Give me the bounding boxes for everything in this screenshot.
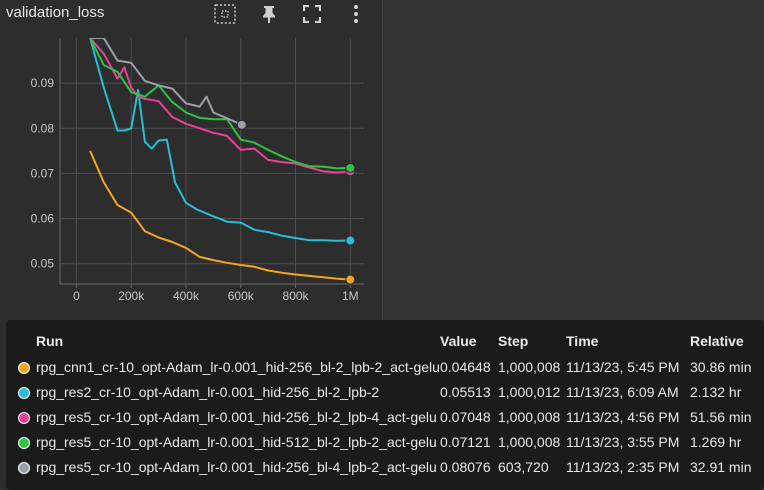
run-step: 1,000,008	[498, 358, 561, 375]
run-name: rpg_cnn1_cr-10_opt-Adam_lr-0.001_hid-256…	[36, 358, 440, 375]
x-tick-label: 800k	[283, 289, 310, 303]
table-row: rpg_cnn1_cr-10_opt-Adam_lr-0.001_hid-256…	[6, 354, 764, 379]
table-row: rpg_res5_cr-10_opt-Adam_lr-0.001_hid-256…	[6, 454, 764, 479]
chart-card: validation_loss 0.05 0.06 0.07 0.08 0.09 0 200…	[0, 0, 382, 330]
series-line-3[interactable]	[89, 38, 351, 170]
tooltip-table: Run Value Step Time Relative rpg_cnn1_cr…	[6, 328, 764, 479]
run-step: 603,720	[498, 458, 549, 475]
series-line-2[interactable]	[89, 38, 351, 174]
run-step: 1,000,008	[498, 408, 561, 425]
series-dot-icon	[18, 461, 30, 474]
run-value: 0.05513	[440, 383, 491, 400]
series-color-swatch	[6, 404, 36, 429]
line-chart[interactable]: 0.05 0.06 0.07 0.08 0.09 0 200k 400k 600k 800k 1M	[0, 0, 382, 330]
series-end-marker-0	[345, 274, 356, 285]
series-dot-icon	[18, 386, 30, 399]
tooltip-header-row: Run Value Step Time Relative	[6, 328, 764, 354]
y-tick-label: 0.05	[31, 257, 55, 271]
run-value: 0.04648	[440, 358, 491, 375]
run-value: 0.08076	[440, 458, 491, 475]
run-step: 1,000,008	[498, 433, 561, 450]
run-time: 11/13/23, 4:56 PM	[566, 408, 680, 425]
table-row: rpg_res5_cr-10_opt-Adam_lr-0.001_hid-256…	[6, 404, 764, 429]
series-color-swatch	[6, 454, 36, 479]
run-time: 11/13/23, 3:55 PM	[566, 433, 680, 450]
step-column-header: Step	[498, 333, 529, 349]
color-column-header	[6, 328, 36, 354]
series-color-swatch	[6, 429, 36, 454]
run-column-header: Run	[36, 333, 64, 349]
run-relative: 51.56 min	[690, 408, 752, 425]
run-name: rpg_res5_cr-10_opt-Adam_lr-0.001_hid-512…	[36, 433, 437, 450]
run-value: 0.07121	[440, 433, 491, 450]
run-relative: 1.269 hr	[690, 433, 742, 450]
y-tick-label: 0.09	[31, 76, 55, 90]
table-row: rpg_res5_cr-10_opt-Adam_lr-0.001_hid-512…	[6, 429, 764, 454]
run-name: rpg_res2_cr-10_opt-Adam_lr-0.001_hid-256…	[36, 383, 380, 400]
run-time: 11/13/23, 5:45 PM	[566, 358, 680, 375]
run-name: rpg_res5_cr-10_opt-Adam_lr-0.001_hid-256…	[36, 408, 437, 425]
y-tick-label: 0.06	[31, 212, 55, 226]
run-relative: 2.132 hr	[690, 383, 742, 400]
y-tick-label: 0.07	[31, 166, 55, 180]
run-value: 0.07048	[440, 408, 491, 425]
series-tooltip: Run Value Step Time Relative rpg_cnn1_cr…	[6, 320, 764, 490]
series-color-swatch	[6, 354, 36, 379]
series-line-0[interactable]	[89, 150, 351, 281]
series-dot-icon	[18, 411, 30, 424]
series-end-marker-4	[236, 119, 247, 130]
series-line-4[interactable]	[90, 38, 243, 126]
relative-column-header: Relative	[690, 333, 744, 349]
run-time: 11/13/23, 6:09 AM	[566, 383, 679, 400]
run-name: rpg_res5_cr-10_opt-Adam_lr-0.001_hid-256…	[36, 458, 437, 475]
time-column-header: Time	[566, 333, 599, 349]
x-tick-label: 1M	[342, 289, 359, 303]
x-tick-label: 200k	[118, 289, 145, 303]
empty-panel-area	[383, 0, 764, 330]
x-tick-label: 600k	[228, 289, 255, 303]
y-tick-label: 0.08	[31, 121, 55, 135]
run-relative: 30.86 min	[690, 358, 752, 375]
table-row: rpg_res2_cr-10_opt-Adam_lr-0.001_hid-256…	[6, 379, 764, 404]
series-dot-icon	[18, 436, 30, 449]
x-tick-label: 0	[73, 289, 80, 303]
run-relative: 32.91 min	[690, 458, 752, 475]
x-tick-label: 400k	[173, 289, 200, 303]
series-dot-icon	[18, 361, 30, 374]
series-line-1[interactable]	[89, 38, 351, 242]
series-end-marker-1	[345, 235, 356, 246]
series-color-swatch	[6, 379, 36, 404]
series-end-marker-3	[345, 162, 356, 173]
run-step: 1,000,012	[498, 383, 561, 400]
value-column-header: Value	[440, 333, 477, 349]
run-time: 11/13/23, 2:35 PM	[566, 458, 680, 475]
